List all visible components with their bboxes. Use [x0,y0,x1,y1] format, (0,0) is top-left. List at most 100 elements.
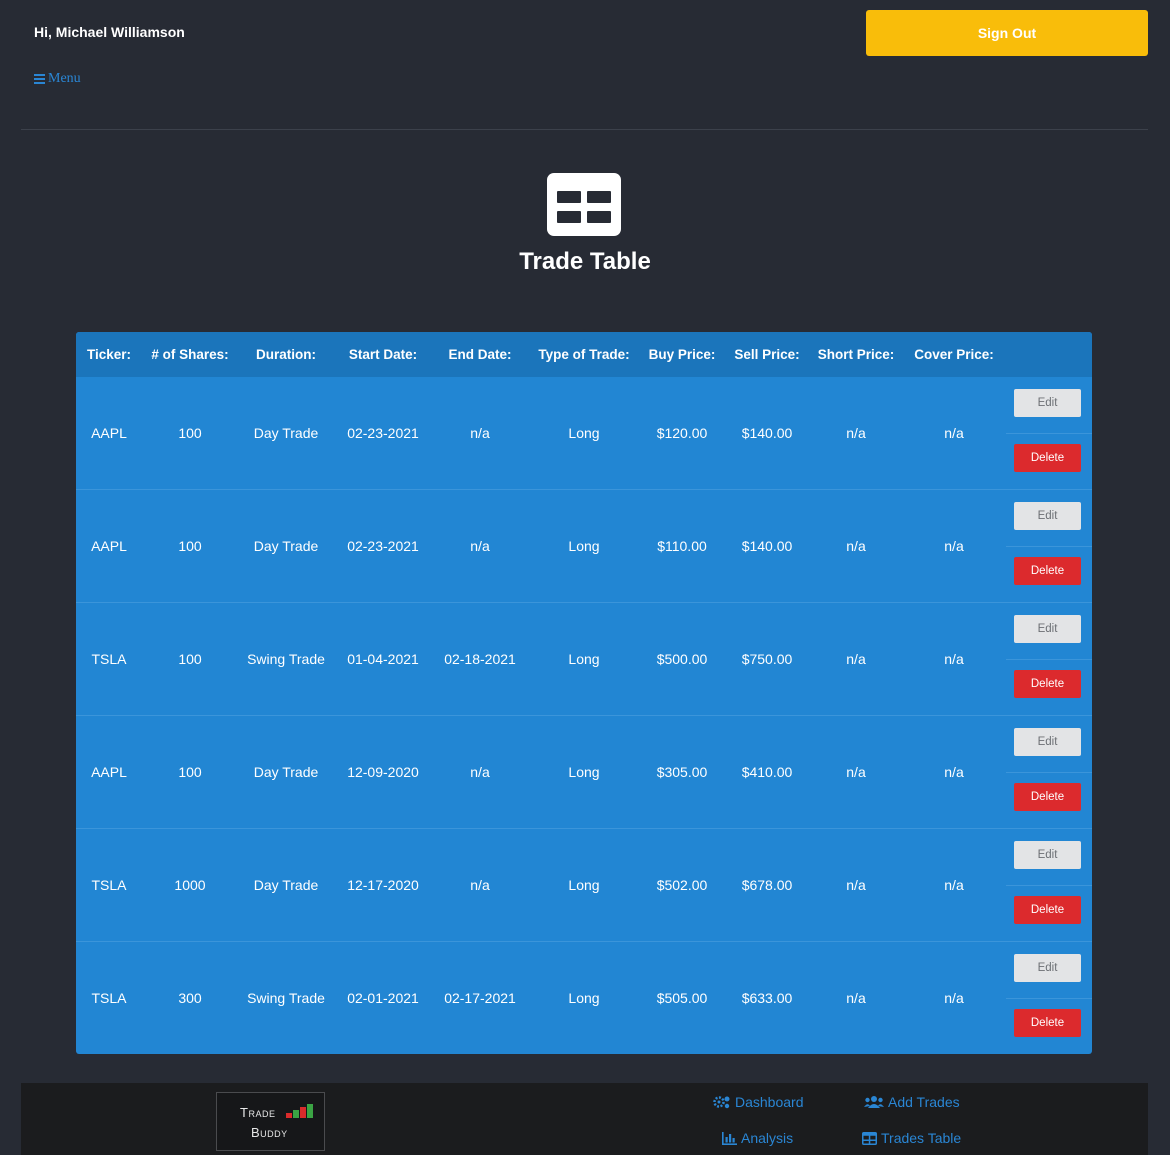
edit-button[interactable]: Edit [1014,728,1081,756]
table-cell: 02-18-2021 [432,602,528,716]
table-cell: $305.00 [640,715,724,829]
table-cell: Day Trade [238,489,334,603]
table-header-row: Ticker: # of Shares: Duration: Start Date: E… [76,332,1092,377]
menu-toggle[interactable]: Menu [34,71,81,87]
table-cell: n/a [432,828,528,942]
table-cell: 100 [142,715,238,829]
table-cell: Long [528,828,640,942]
column-header: Ticker: [76,332,142,377]
table-cell: n/a [470,425,490,441]
column-header: End Date: [432,332,528,377]
table-cell: TSLA [76,941,142,1054]
table-row: AAPL 100 Day Trade 02-23-2021 n/a Long $120.00… [76,377,1092,490]
table-cell: Long [568,425,600,441]
table-cell: 300 [142,941,238,1054]
delete-button[interactable]: Delete [1014,670,1081,698]
table-small-icon [862,1131,877,1145]
edit-button[interactable]: Edit [1014,841,1081,869]
table-cell: n/a [944,425,964,441]
table-cell: $502.00 [640,828,724,942]
edit-button[interactable]: Edit [1014,389,1081,417]
table-cell: 12-17-2020 [334,828,432,942]
table-cell: $110.00 [640,489,724,603]
row-actions: Edit Delete [1006,489,1092,603]
table-cell: $140.00 [741,425,793,441]
column-header: Duration: [238,332,334,377]
table-cell: n/a [432,715,528,829]
row-actions: Edit Delete [1006,828,1092,942]
footer: Trade Buddy Dashboard Add Trades Analysi… [21,1083,1148,1155]
action-divider [1006,772,1092,773]
edit-button[interactable]: Edit [1014,954,1081,982]
delete-button[interactable]: Delete [1014,896,1081,924]
delete-button[interactable]: Delete [1014,1009,1081,1037]
table-cell: 01-04-2021 [334,602,432,716]
table-cell: Long [528,602,640,716]
table-cell: 100 [142,602,238,716]
delete-button[interactable]: Delete [1014,783,1081,811]
table-cell: Swing Trade [238,602,334,716]
table-row: TSLA 1000 Day Trade 12-17-2020 n/a Long $502.0… [76,828,1092,942]
hamburger-icon [34,74,45,84]
delete-button[interactable]: Delete [1014,444,1081,472]
user-greeting: Hi, Michael Williamson [34,24,185,40]
table-cell: 02-17-2021 [432,941,528,1054]
table-cell: Day Trade [238,715,334,829]
edit-button[interactable]: Edit [1014,502,1081,530]
action-divider [1006,659,1092,660]
table-cell: TSLA [76,602,142,716]
nav-trades-table[interactable]: Trades Table [862,1130,961,1146]
table-cell: 02-01-2021 [334,941,432,1054]
table-row: TSLA 300 Swing Trade 02-01-2021 02-17-2021 Lo… [76,941,1092,1054]
sign-out-button[interactable]: Sign Out [866,10,1148,56]
table-cell: Day Trade [253,425,319,441]
table-cell: $633.00 [724,941,810,1054]
logo-bars-icon [286,1104,314,1118]
table-cell: TSLA [76,828,142,942]
delete-button[interactable]: Delete [1014,557,1081,585]
table-cell: 12-09-2020 [334,715,432,829]
nav-analysis[interactable]: Analysis [722,1130,793,1146]
table-cell: $750.00 [724,602,810,716]
table-cell: AAPL [76,715,142,829]
trade-buddy-logo[interactable]: Trade Buddy [216,1092,325,1151]
table-cell: $505.00 [640,941,724,1054]
table-cell: n/a [432,489,528,603]
action-divider [1006,998,1092,999]
action-divider [1006,885,1092,886]
table-row: TSLA 100 Swing Trade 01-04-2021 02-18-2021 Lo… [76,602,1092,716]
table-cell: 100 [142,489,238,603]
nav-dashboard[interactable]: Dashboard [713,1094,804,1110]
nav-trades-table-label: Trades Table [881,1130,962,1146]
column-header: Short Price: [810,332,902,377]
menu-label: Menu [48,71,81,86]
table-cell: n/a [810,941,902,1054]
column-header: Buy Price: [640,332,724,377]
action-divider [1006,546,1092,547]
table-cell: n/a [902,602,1006,716]
table-cell: n/a [810,489,902,603]
table-cell: n/a [846,425,866,441]
table-cell: n/a [902,489,1006,603]
table-cell: $678.00 [724,828,810,942]
table-cell: n/a [902,941,1006,1054]
action-divider [1006,433,1092,434]
nav-dashboard-label: Dashboard [735,1094,804,1110]
table-cell: n/a [810,602,902,716]
column-header: Cover Price: [902,332,1006,377]
nav-add-trades[interactable]: Add Trades [864,1094,960,1110]
page-title: Trade Table [519,248,651,275]
table-cell: Long [528,715,640,829]
column-header: Start Date: [334,332,432,377]
edit-button[interactable]: Edit [1014,615,1081,643]
table-cell: $410.00 [724,715,810,829]
row-actions: Edit Delete [1006,602,1092,716]
users-icon [864,1096,884,1108]
row-actions: Edit Delete [1006,715,1092,829]
table-row: AAPL 100 Day Trade 02-23-2021 n/a Long $110.00… [76,489,1092,603]
table-cell: AAPL [91,425,127,441]
table-cell: $500.00 [640,602,724,716]
table-cell: Long [528,941,640,1054]
bar-chart-icon [722,1131,737,1145]
table-row: AAPL 100 Day Trade 12-09-2020 n/a Long $305.00… [76,715,1092,829]
